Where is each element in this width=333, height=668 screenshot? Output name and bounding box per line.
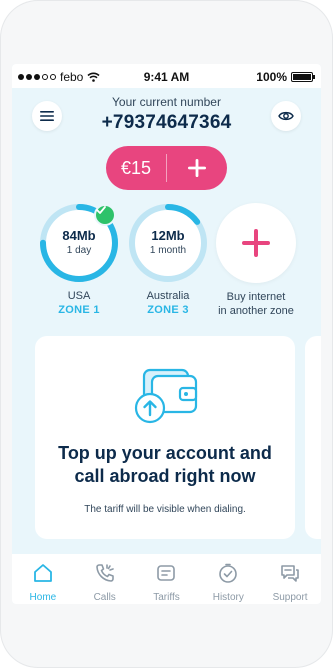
plus-icon <box>188 159 206 177</box>
battery-icon <box>291 72 315 82</box>
tab-label: History <box>212 592 244 603</box>
promo-illustration <box>130 364 200 424</box>
balance-amount[interactable]: €15 <box>106 146 166 190</box>
promo-subtitle: The tariff will be visible when dialing. <box>84 504 246 515</box>
buy-internet-line2: in another zone <box>218 305 294 317</box>
package-period: 1 day <box>66 245 92 256</box>
promo-title-line1: Top up your account and <box>58 443 272 463</box>
tab-calls[interactable]: Calls <box>74 554 136 604</box>
phone-icon <box>95 564 114 582</box>
next-card-peek[interactable] <box>305 336 321 539</box>
buy-internet-line1: Buy internet <box>226 291 286 303</box>
app-screen: febo 9:41 AM 100% Your current number +7… <box>12 64 321 604</box>
balance-pill: €15 <box>106 146 227 190</box>
check-icon <box>96 206 106 214</box>
tab-label: Home <box>29 592 57 603</box>
package-ring: 84Mb 1 day <box>38 202 120 284</box>
promo-title-line2: call abroad right now <box>74 466 256 486</box>
package-zone: ZONE 1 <box>58 304 100 316</box>
tab-label: Support <box>272 592 308 603</box>
battery-status: 100% <box>256 70 315 84</box>
tab-tariffs[interactable]: Tariffs <box>136 554 198 604</box>
tab-home[interactable]: Home <box>12 554 74 604</box>
home-icon <box>33 564 52 582</box>
package-usa[interactable]: 84Mb 1 day USA ZONE 1 <box>38 202 120 316</box>
top-up-button[interactable] <box>167 146 227 190</box>
tariffs-icon <box>157 565 176 581</box>
promo-title: Top up your account and call abroad righ… <box>35 442 295 488</box>
eye-icon <box>278 111 294 121</box>
package-ring: 12Mb 1 month <box>127 202 209 284</box>
status-bar: febo 9:41 AM 100% <box>12 64 321 88</box>
package-country: Australia <box>146 290 190 302</box>
support-icon <box>281 565 299 582</box>
package-zone: ZONE 3 <box>147 304 189 316</box>
packages-row: 84Mb 1 day USA ZONE 1 12Mb 1 month Austr… <box>12 202 321 326</box>
tab-bar: Home Calls Tariffs History Support <box>12 554 321 604</box>
package-australia[interactable]: 12Mb 1 month Australia ZONE 3 <box>127 202 209 316</box>
package-amount: 84Mb <box>62 228 96 243</box>
tab-label: Calls <box>93 592 116 603</box>
buy-internet-label: Buy internet in another zone <box>215 290 297 318</box>
tab-history[interactable]: History <box>197 554 259 604</box>
plus-icon <box>242 229 270 257</box>
package-amount: 12Mb <box>151 228 185 243</box>
promo-card[interactable]: Top up your account and call abroad righ… <box>35 336 295 539</box>
battery-percent: 100% <box>256 70 287 84</box>
wallet-icon <box>134 368 198 424</box>
tab-support[interactable]: Support <box>259 554 321 604</box>
toggle-visibility-button[interactable] <box>271 101 301 131</box>
package-country: USA <box>67 290 91 302</box>
buy-internet-circle[interactable] <box>216 203 296 283</box>
active-badge <box>94 204 116 226</box>
history-icon <box>219 563 238 583</box>
buy-internet-button[interactable]: Buy internet in another zone <box>215 202 297 318</box>
package-period: 1 month <box>149 245 187 256</box>
tab-label: Tariffs <box>153 592 180 603</box>
